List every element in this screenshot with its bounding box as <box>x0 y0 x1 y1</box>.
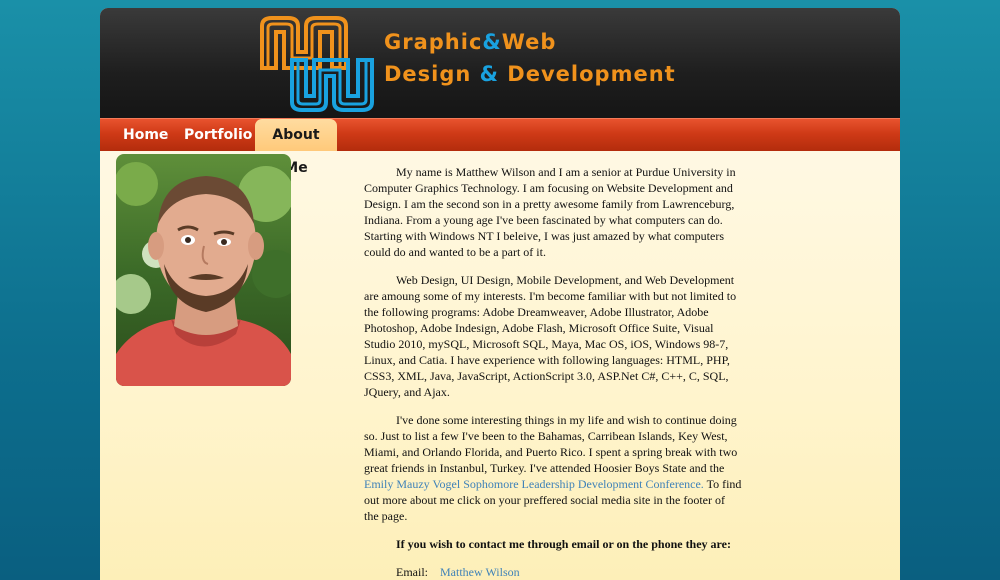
nav-about-me[interactable]: About Me <box>255 119 337 176</box>
logo-word-graphic: Graphic <box>384 30 483 54</box>
paragraph-3-text-a: I've done some interesting things in my … <box>364 413 738 475</box>
nav-home[interactable]: Home <box>123 125 168 151</box>
about-paragraph-3: I've done some interesting things in my … <box>364 412 742 524</box>
logo-icon[interactable] <box>258 12 380 116</box>
logo-ampersand: & <box>482 30 502 54</box>
main-nav: Home Portfolio About Me <box>100 118 900 176</box>
logo-word-web: Web <box>501 30 557 54</box>
profile-photo <box>116 154 291 386</box>
logo-text-line2: Design & Development <box>384 62 676 86</box>
about-paragraph-1: My name is Matthew Wilson and I am a sen… <box>364 165 736 259</box>
logo-ampersand: & <box>479 62 499 86</box>
site-header: Graphic&Web Design & Development <box>100 8 900 118</box>
conference-link[interactable]: Emily Mauzy Vogel Sophomore Leadership D… <box>364 477 704 491</box>
about-paragraph-2: Web Design, UI Design, Mobile Developmen… <box>364 273 737 399</box>
email-row: Email: Matthew Wilson <box>364 564 742 580</box>
nav-portfolio[interactable]: Portfolio <box>184 125 252 151</box>
contact-heading: If you wish to contact me through email … <box>396 537 731 551</box>
logo-word-development: Development <box>499 62 676 86</box>
email-label: Email: <box>396 565 428 579</box>
email-link[interactable]: Matthew Wilson <box>440 565 520 579</box>
page-container: Graphic&Web Design & Development Home Po… <box>100 8 900 580</box>
about-content: My name is Matthew Wilson and I am a sen… <box>364 164 742 580</box>
logo-text-line1: Graphic&Web <box>384 30 556 54</box>
logo-word-design: Design <box>384 62 480 86</box>
